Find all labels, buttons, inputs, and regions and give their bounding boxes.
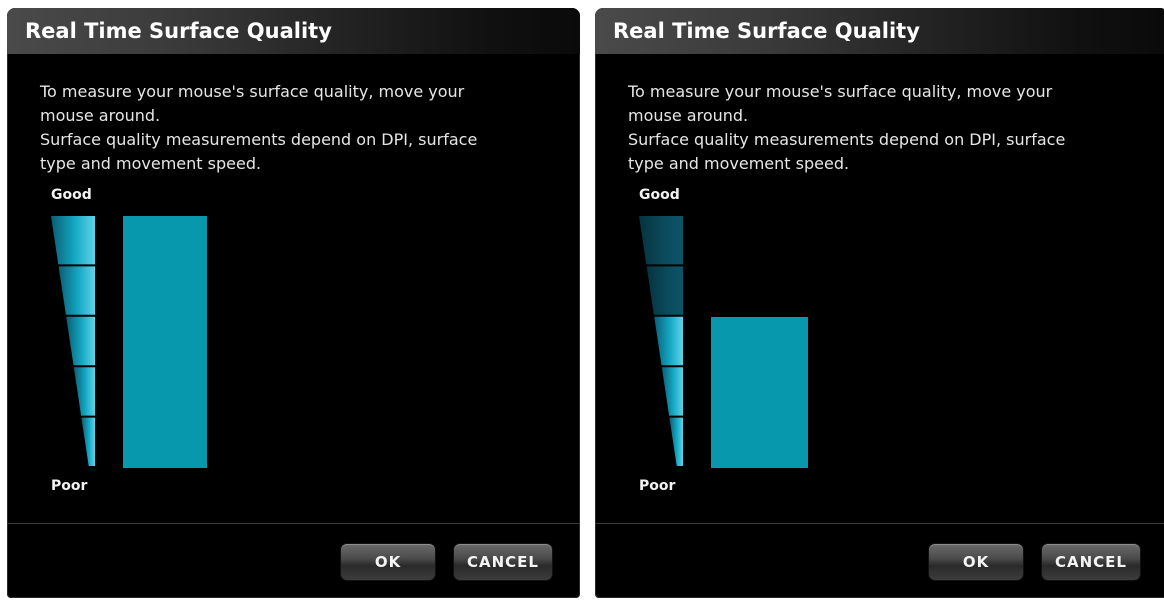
quality-scale	[51, 216, 95, 468]
description-line: Surface quality measurements depend on D…	[40, 130, 478, 149]
dialog-title: Real Time Surface Quality	[25, 19, 332, 43]
description-line: mouse around.	[40, 106, 161, 125]
quality-scale-segment	[81, 417, 95, 466]
description-line: type and movement speed.	[40, 154, 262, 173]
description-line: Surface quality measurements depend on D…	[628, 130, 1066, 149]
ok-button[interactable]: OK	[929, 544, 1023, 580]
scale-good-label: Good	[51, 187, 92, 203]
cancel-button[interactable]: CANCEL	[1042, 544, 1140, 580]
title-bar: Real Time Surface Quality	[7, 8, 580, 54]
quality-meter-bar	[123, 216, 207, 468]
quality-meter-bar	[711, 316, 808, 468]
scale-good-label: Good	[639, 187, 680, 203]
surface-quality-dialog: Real Time Surface Quality To measure you…	[7, 8, 580, 598]
quality-scale	[639, 216, 683, 468]
divider	[7, 523, 580, 524]
title-bar: Real Time Surface Quality	[595, 8, 1164, 54]
scale-poor-label: Poor	[51, 478, 88, 494]
description: To measure your mouse's surface quality,…	[628, 80, 1138, 176]
ok-button[interactable]: OK	[341, 544, 435, 580]
description-line: mouse around.	[628, 106, 749, 125]
surface-quality-dialog: Real Time Surface Quality To measure you…	[595, 8, 1164, 598]
description: To measure your mouse's surface quality,…	[40, 80, 550, 176]
cancel-button[interactable]: CANCEL	[454, 544, 552, 580]
dialog-title: Real Time Surface Quality	[613, 19, 920, 43]
quality-scale-segment	[669, 417, 683, 466]
description-line: type and movement speed.	[628, 154, 850, 173]
description-line: To measure your mouse's surface quality,…	[628, 82, 1053, 101]
description-line: To measure your mouse's surface quality,…	[40, 82, 465, 101]
divider	[595, 523, 1164, 524]
scale-poor-label: Poor	[639, 478, 676, 494]
